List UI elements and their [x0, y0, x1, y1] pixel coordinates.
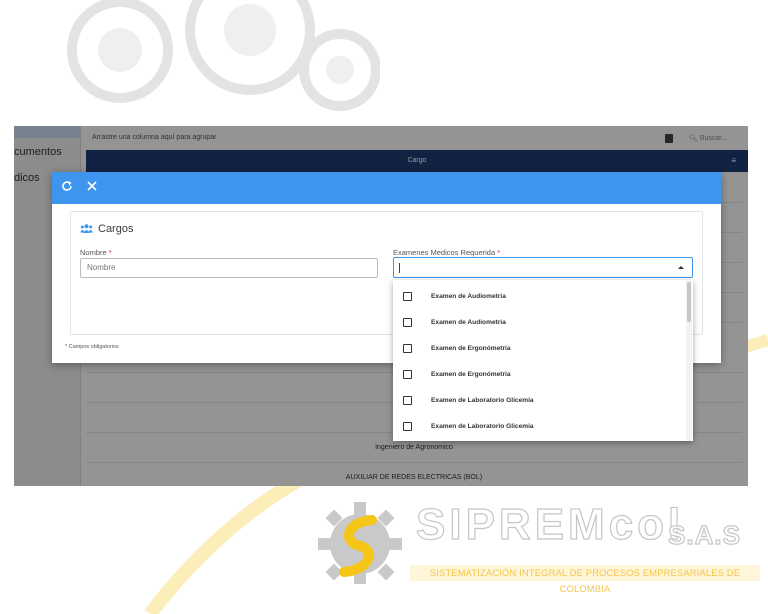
checkbox[interactable]	[403, 292, 412, 301]
list-item[interactable]: Examen de Ergonómetria	[393, 362, 685, 388]
modal-toolbar	[52, 172, 721, 204]
sipremcol-logo: SIPREMcol S.A.S SISTEMATIZACIÓN INTEGRAL…	[312, 492, 762, 594]
list-item[interactable]: Examen de Laboratorio Glicemia	[393, 388, 685, 414]
option-label: Examen de Laboratorio Glicemia	[431, 397, 534, 404]
chevron-up-icon[interactable]	[678, 266, 684, 269]
examenes-label: Examenes Medicos Requerida *	[393, 248, 500, 257]
checkbox[interactable]	[403, 370, 412, 379]
examenes-select[interactable]	[393, 257, 693, 278]
people-icon	[80, 224, 93, 233]
gear-watermark	[67, 0, 380, 111]
option-label: Examen de Audiometria	[431, 319, 506, 326]
refresh-icon[interactable]	[61, 179, 73, 195]
logo-main-text: SIPREMcol	[415, 499, 685, 549]
scrollbar[interactable]	[686, 280, 692, 441]
nombre-label-text: Nombre	[80, 248, 107, 257]
checkbox[interactable]	[403, 396, 412, 405]
option-label: Examen de Ergonómetria	[431, 345, 511, 352]
examenes-dropdown: Examen de Audiometria Examen de Audiomet…	[393, 280, 693, 441]
text-caret	[399, 263, 400, 273]
required-mark: *	[108, 248, 112, 257]
required-mark: *	[497, 248, 501, 257]
option-label: Examen de Audiometria	[431, 293, 506, 300]
logo-tagline: SISTEMATIZACIÓN INTEGRAL DE PROCESOS EMP…	[410, 565, 760, 594]
option-label: Examen de Laboratorio Glicemia	[431, 423, 534, 430]
list-item[interactable]: Examen de Audiometria	[393, 284, 685, 310]
examenes-label-text: Examenes Medicos Requerida	[393, 248, 496, 257]
option-label: Examen de Ergonómetria	[431, 371, 511, 378]
nombre-label: Nombre *	[80, 248, 112, 257]
scrollbar-thumb[interactable]	[687, 282, 691, 322]
checkbox[interactable]	[403, 344, 412, 353]
logo-gear-icon	[318, 502, 402, 584]
form-title-text: Cargos	[98, 223, 134, 235]
close-icon[interactable]	[86, 179, 98, 195]
form-title: Cargos	[80, 223, 133, 235]
required-fields-note: * Campos obligatorios	[65, 344, 119, 350]
list-item[interactable]: Examen de Audiometria	[393, 310, 685, 336]
checkbox[interactable]	[403, 318, 412, 327]
list-item[interactable]: Examen de Laboratorio Glicemia	[393, 414, 685, 440]
logo-suffix: S.A.S	[667, 519, 741, 550]
checkbox[interactable]	[403, 422, 412, 431]
list-item[interactable]: Examen de Ergonómetria	[393, 336, 685, 362]
nombre-input[interactable]	[80, 258, 378, 278]
